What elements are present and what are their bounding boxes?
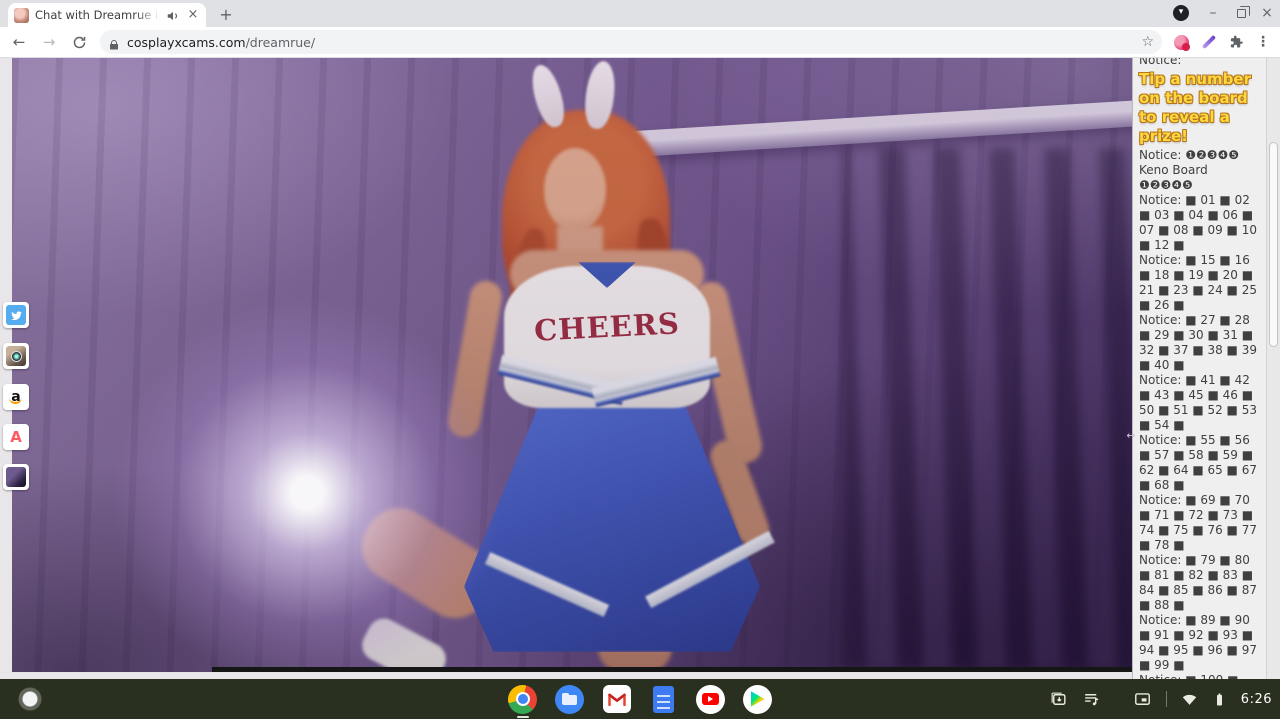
window-minimize-button[interactable]: –	[1204, 4, 1222, 22]
page-content: a A ↔ Notice: Tip a number on the board …	[0, 58, 1280, 679]
docs-icon	[653, 685, 674, 713]
address-bar[interactable]: cosplayxcams.com/dreamrue/ ☆	[100, 30, 1162, 54]
chat-panel: Notice: Tip a number on the board to reve…	[1132, 58, 1266, 679]
browser-toolbar: ← → cosplayxcams.com/dreamrue/ ☆ ⋮	[0, 27, 1280, 58]
clock[interactable]: 6:26	[1241, 692, 1272, 707]
battery-icon	[1212, 692, 1227, 707]
url-path: /dreamrue/	[245, 34, 316, 50]
gmail-icon	[602, 685, 631, 713]
reload-button[interactable]	[68, 31, 90, 53]
window-menu-button[interactable]: ▾	[1172, 4, 1190, 22]
chrome-icon	[508, 684, 537, 714]
status-tray[interactable]: 6:26	[1049, 679, 1272, 719]
wifi-icon	[1181, 691, 1198, 708]
twitter-icon	[6, 305, 26, 325]
chat-message: Keno Board ❶❷❸❹❺	[1139, 163, 1208, 192]
chat-message: Notice: ■ 01 ■ 02 ■ 03 ■ 04 ■ 06 ■ 07 ■ …	[1139, 193, 1257, 252]
tab-close-button[interactable]: ×	[186, 7, 200, 23]
photo-link[interactable]	[3, 464, 29, 490]
bookmark-star-icon[interactable]: ☆	[1141, 34, 1154, 50]
chat-message: Notice: ■ 55 ■ 56 ■ 57 ■ 58 ■ 59 ■ 62 ■ …	[1139, 433, 1257, 492]
extensions-puzzle-icon[interactable]	[1229, 35, 1244, 50]
chat-message: Notice: ■ 69 ■ 70 ■ 71 ■ 72 ■ 73 ■ 74 ■ …	[1139, 493, 1257, 552]
tab-strip: Chat with Dreamrue in a Live × + ▾ – ×	[0, 0, 1280, 27]
url-text[interactable]: cosplayxcams.com/dreamrue/	[127, 35, 1134, 50]
browser-menu-icon[interactable]: ⋮	[1256, 34, 1270, 50]
airbnb-icon: A	[6, 427, 26, 447]
live-video-player[interactable]: CHEERS	[12, 58, 1132, 672]
instagram-link[interactable]	[3, 343, 29, 369]
tab-favicon	[14, 7, 29, 23]
tab-title: Chat with Dreamrue in a Live	[35, 8, 160, 22]
chat-message: Notice: ■ 15 ■ 16 ■ 18 ■ 19 ■ 20 ■ 21 ■ …	[1139, 253, 1257, 312]
extensions-row: ⋮	[1174, 34, 1270, 51]
chat-message: Tip a number on the board to reveal a pr…	[1139, 70, 1251, 145]
tray-separator	[1165, 691, 1167, 707]
photo-thumbnail-icon	[6, 467, 26, 487]
forward-button[interactable]: →	[38, 31, 60, 53]
lock-icon	[108, 36, 120, 50]
url-domain: cosplayxcams.com	[127, 34, 246, 50]
chat-resize-handle[interactable]: ↔	[1124, 428, 1138, 444]
shelf-app-gmail[interactable]	[601, 683, 633, 715]
youtube-icon	[696, 684, 725, 714]
chat-message: Notice: ❶❷❸❹❺	[1139, 148, 1239, 162]
amazon-link[interactable]: a	[3, 384, 29, 410]
back-button[interactable]: ←	[8, 31, 30, 53]
shelf-app-chrome[interactable]	[507, 683, 539, 718]
pen-extension-icon[interactable]	[1201, 34, 1217, 50]
chromeos-shelf: 6:26	[0, 679, 1280, 719]
shelf-app-files[interactable]	[554, 683, 586, 715]
airbnb-link[interactable]: A	[3, 424, 29, 450]
shelf-app-play-store[interactable]	[742, 683, 774, 715]
chat-message: Notice: ■ 27 ■ 28 ■ 29 ■ 30 ■ 31 ■ 32 ■ …	[1139, 313, 1257, 372]
window-close-button[interactable]: ×	[1258, 4, 1276, 22]
chevron-down-icon: ▾	[1173, 5, 1189, 21]
extension-icon-red[interactable]	[1174, 34, 1190, 51]
screen-capture-icon[interactable]	[1049, 690, 1068, 709]
shelf-app-youtube[interactable]	[695, 683, 727, 715]
browser-tab[interactable]: Chat with Dreamrue in a Live ×	[8, 3, 206, 27]
picture-in-picture-icon[interactable]	[1133, 690, 1152, 709]
twitter-link[interactable]	[3, 302, 29, 328]
chat-message: Notice: ■ 89 ■ 90 ■ 91 ■ 92 ■ 93 ■ 94 ■ …	[1139, 613, 1257, 672]
chat-message: Notice: ■ 79 ■ 80 ■ 81 ■ 82 ■ 83 ■ 84 ■ …	[1139, 553, 1257, 612]
chat-scrollbar-thumb[interactable]	[1269, 142, 1278, 347]
media-controls-icon[interactable]	[1082, 690, 1101, 709]
amazon-icon: a	[6, 387, 26, 407]
chat-message-list: Notice: Tip a number on the board to reve…	[1133, 58, 1266, 679]
chromeos-screen: Chat with Dreamrue in a Live × + ▾ – × ←…	[0, 0, 1280, 719]
chat-scrollbar[interactable]	[1266, 58, 1280, 679]
shelf-app-docs[interactable]	[648, 683, 680, 715]
new-tab-button[interactable]: +	[216, 5, 236, 25]
running-indicator	[516, 716, 529, 718]
play-store-icon	[743, 684, 772, 714]
window-restore-button[interactable]	[1232, 4, 1250, 22]
tab-audio-icon[interactable]	[166, 8, 180, 22]
chat-message: Notice: ■ 41 ■ 42 ■ 43 ■ 45 ■ 46 ■ 50 ■ …	[1139, 373, 1257, 432]
instagram-icon	[6, 346, 26, 366]
chat-message: Notice:	[1139, 58, 1182, 67]
files-icon	[555, 684, 584, 714]
restore-icon	[1236, 5, 1250, 18]
